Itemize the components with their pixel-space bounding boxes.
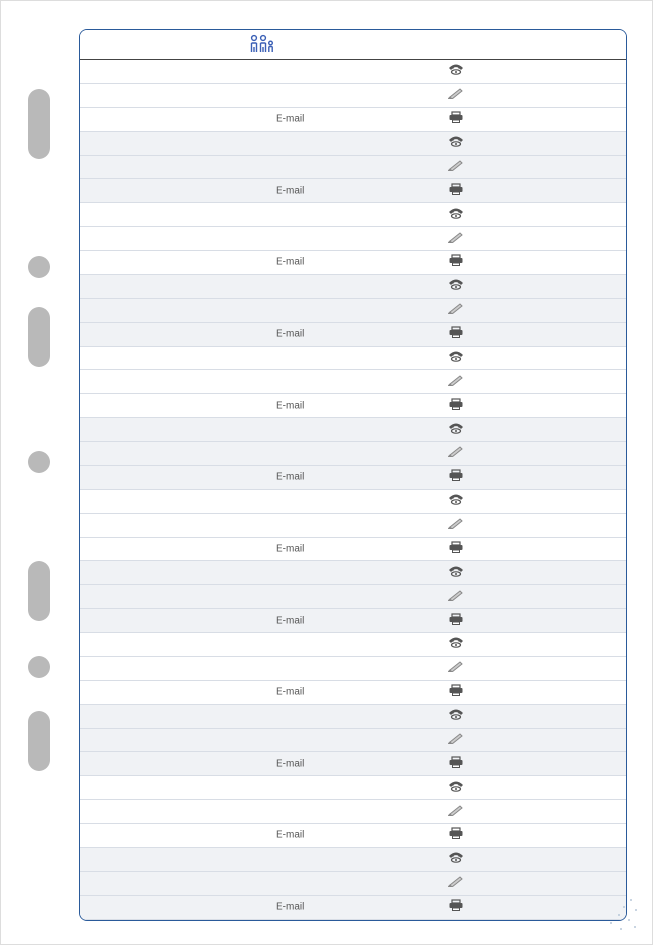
phone-icon	[448, 850, 464, 868]
phone-icon	[448, 134, 464, 152]
entry-line[interactable]: E-mail	[80, 466, 626, 490]
email-label: E-mail	[276, 400, 304, 411]
email-label: E-mail	[276, 902, 304, 913]
pen-icon	[448, 230, 464, 248]
email-label: E-mail	[276, 543, 304, 554]
entry-line[interactable]	[80, 490, 626, 514]
phone-icon	[448, 707, 464, 725]
pen-icon	[448, 301, 464, 319]
email-label: E-mail	[276, 687, 304, 698]
email-label: E-mail	[276, 615, 304, 626]
fax-icon	[448, 468, 464, 486]
binder-hole	[28, 451, 50, 473]
phone-icon	[448, 277, 464, 295]
entry-line[interactable]	[80, 275, 626, 299]
entry-line[interactable]	[80, 776, 626, 800]
entry-line[interactable]: E-mail	[80, 108, 626, 132]
contacts-icon	[248, 34, 276, 61]
entry-line[interactable]	[80, 370, 626, 394]
entry-line[interactable]	[80, 514, 626, 538]
fax-icon	[448, 253, 464, 271]
fax-icon	[448, 898, 464, 916]
entry-line[interactable]	[80, 585, 626, 609]
decorative-dots	[590, 894, 640, 934]
phone-icon	[448, 421, 464, 439]
entry-line[interactable]	[80, 203, 626, 227]
entry-line[interactable]: E-mail	[80, 394, 626, 418]
fax-icon	[448, 755, 464, 773]
binder-hole	[28, 307, 50, 367]
entry-line[interactable]	[80, 299, 626, 323]
phone-icon	[448, 62, 464, 80]
email-label: E-mail	[276, 758, 304, 769]
entry-line[interactable]	[80, 705, 626, 729]
email-label: E-mail	[276, 257, 304, 268]
email-label: E-mail	[276, 329, 304, 340]
pen-icon	[448, 731, 464, 749]
pen-icon	[448, 803, 464, 821]
phone-icon	[448, 492, 464, 510]
entry-line[interactable]	[80, 633, 626, 657]
pen-icon	[448, 588, 464, 606]
entry-line[interactable]	[80, 347, 626, 371]
fax-icon	[448, 826, 464, 844]
fax-icon	[448, 110, 464, 128]
entry-line[interactable]	[80, 872, 626, 896]
phone-icon	[448, 206, 464, 224]
binder-hole	[28, 256, 50, 278]
email-label: E-mail	[276, 472, 304, 483]
pen-icon	[448, 444, 464, 462]
fax-icon	[448, 683, 464, 701]
email-label: E-mail	[276, 114, 304, 125]
email-label: E-mail	[276, 830, 304, 841]
phone-icon	[448, 779, 464, 797]
entry-line[interactable]	[80, 418, 626, 442]
fax-icon	[448, 397, 464, 415]
entry-line[interactable]	[80, 729, 626, 753]
entry-line[interactable]: E-mail	[80, 824, 626, 848]
email-label: E-mail	[276, 185, 304, 196]
entry-line[interactable]: E-mail	[80, 681, 626, 705]
binder-hole	[28, 561, 50, 621]
fax-icon	[448, 325, 464, 343]
entry-line[interactable]: E-mail	[80, 251, 626, 275]
pen-icon	[448, 874, 464, 892]
entry-line[interactable]: E-mail	[80, 323, 626, 347]
entry-line[interactable]: E-mail	[80, 538, 626, 562]
entry-line[interactable]	[80, 848, 626, 872]
page-header	[80, 30, 626, 60]
fax-icon	[448, 540, 464, 558]
entry-line[interactable]	[80, 156, 626, 180]
entry-line[interactable]: E-mail	[80, 609, 626, 633]
pen-icon	[448, 516, 464, 534]
fax-icon	[448, 612, 464, 630]
binder-hole	[28, 711, 50, 771]
entry-line[interactable]	[80, 561, 626, 585]
entry-line[interactable]	[80, 60, 626, 84]
address-book-page: E-mail E-mail E-mail E-mail E-mail E-mail E-ma…	[79, 29, 627, 921]
pen-icon	[448, 373, 464, 391]
entry-line[interactable]: E-mail	[80, 752, 626, 776]
entry-line[interactable]: E-mail	[80, 896, 626, 920]
phone-icon	[448, 564, 464, 582]
phone-icon	[448, 635, 464, 653]
phone-icon	[448, 349, 464, 367]
binder-hole	[28, 656, 50, 678]
pen-icon	[448, 659, 464, 677]
entry-line[interactable]: E-mail	[80, 179, 626, 203]
entry-line[interactable]	[80, 800, 626, 824]
entry-line[interactable]	[80, 657, 626, 681]
pen-icon	[448, 86, 464, 104]
entry-line[interactable]	[80, 442, 626, 466]
entry-line[interactable]	[80, 132, 626, 156]
fax-icon	[448, 182, 464, 200]
entry-line[interactable]	[80, 227, 626, 251]
pen-icon	[448, 158, 464, 176]
entry-line[interactable]	[80, 84, 626, 108]
binder-hole	[28, 89, 50, 159]
